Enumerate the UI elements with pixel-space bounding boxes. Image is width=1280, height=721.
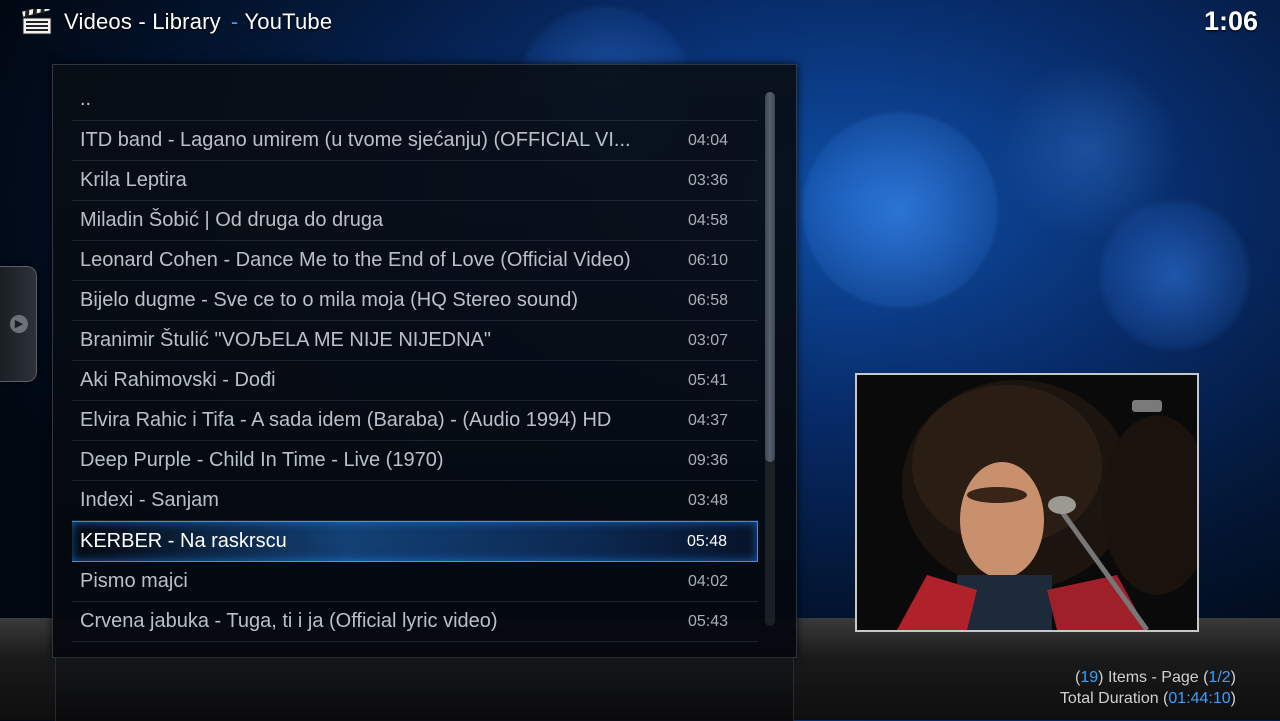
list-item[interactable]: Pismo majci 04:02 [72, 562, 758, 602]
list-item[interactable]: ITD band - Lagano umirem (u tvome sjećan… [72, 121, 758, 161]
item-title: KERBER - Na raskrscu [80, 530, 287, 552]
item-duration: 05:43 [687, 613, 728, 630]
list-item[interactable]: Branimir Štulić "VOЉELA ME NIJE NIJEDNA"… [72, 321, 758, 361]
video-thumbnail [855, 373, 1199, 632]
list-item[interactable]: Crvena jabuka - Tuga, ti i ja (Official … [72, 602, 758, 642]
scrollbar-thumb[interactable] [765, 92, 775, 462]
item-duration: 04:04 [687, 132, 728, 149]
list-item[interactable]: Miladin Šobić | Od druga do druga 04:58 [72, 201, 758, 241]
list-item[interactable]: Aki Rahimovski - Dođi 05:41 [72, 361, 758, 401]
item-title: Indexi - Sanjam [80, 489, 219, 511]
item-title: Elvira Rahic i Tifa - A sada idem (Barab… [80, 409, 612, 431]
item-title: Crvena jabuka - Tuga, ti i ja (Official … [80, 610, 498, 632]
item-count-line: (19) Items - Page (1/2) [1075, 669, 1236, 686]
item-duration: 03:36 [687, 172, 728, 189]
list-item[interactable]: Krila Leptira 03:36 [72, 161, 758, 201]
total-duration-label: Total Duration [1059, 690, 1159, 707]
source-label: YouTube [244, 9, 333, 34]
list-item[interactable]: Bijelo dugme - Sve ce to o mila moja (HQ… [72, 281, 758, 321]
items-page-label: Items - Page [1107, 669, 1199, 686]
header-bar: Videos - Library - YouTube 1:06 [0, 0, 1280, 46]
list-item[interactable]: Indexi - Sanjam 03:48 [72, 481, 758, 521]
list-summary: (19) Items - Page (1/2) Total Duration (… [1060, 667, 1236, 709]
title-separator: - [230, 9, 239, 34]
item-duration: 05:41 [687, 372, 728, 389]
video-list: .. ITD band - Lagano umirem (u tvome sje… [72, 80, 758, 642]
page-indicator: 1/2 [1208, 669, 1231, 686]
item-duration: 04:02 [687, 573, 728, 590]
item-title: Miladin Šobić | Od druga do druga [80, 209, 384, 231]
item-duration: 06:10 [687, 252, 728, 269]
item-title: Leonard Cohen - Dance Me to the End of L… [80, 249, 631, 271]
item-duration: 03:07 [687, 332, 728, 349]
side-menu-tab[interactable]: ▶ [0, 266, 37, 382]
clock: 1:06 [1203, 6, 1258, 36]
item-title: Bijelo dugme - Sve ce to o mila moja (HQ… [80, 289, 578, 311]
item-duration: 03:48 [687, 492, 728, 509]
list-scrollbar[interactable] [765, 92, 775, 626]
item-title: Aki Rahimovski - Dođi [80, 369, 276, 391]
item-title: Krila Leptira [80, 169, 187, 191]
thumbnail-image [857, 375, 1197, 630]
page-title: Videos - Library - YouTube [64, 9, 332, 35]
chevron-right-icon: ▶ [10, 315, 28, 333]
total-duration-line: Total Duration (01:44:10) [1059, 690, 1236, 707]
item-title: Branimir Štulić "VOЉELA ME NIJE NIJEDNA" [80, 329, 491, 351]
clapperboard-icon [22, 9, 52, 35]
list-item[interactable]: Leonard Cohen - Dance Me to the End of L… [72, 241, 758, 281]
item-duration: 05:48 [686, 533, 727, 550]
item-duration: 04:37 [687, 412, 728, 429]
list-item[interactable]: Deep Purple - Child In Time - Live (1970… [72, 441, 758, 481]
total-duration-value: 01:44:10 [1168, 690, 1231, 707]
item-title: Deep Purple - Child In Time - Live (1970… [80, 449, 444, 471]
item-title: ITD band - Lagano umirem (u tvome sjećan… [80, 129, 631, 151]
parent-folder-label: .. [80, 88, 92, 110]
item-duration: 09:36 [687, 452, 728, 469]
parent-folder-item[interactable]: .. [72, 80, 758, 121]
item-title: Pismo majci [80, 570, 188, 592]
section-label: Videos - Library [64, 9, 221, 34]
item-count: 19 [1080, 669, 1099, 686]
list-item-selected[interactable]: KERBER - Na raskrscu 05:48 [72, 521, 758, 562]
item-duration: 06:58 [687, 292, 728, 309]
item-duration: 04:58 [687, 212, 728, 229]
list-item[interactable]: Elvira Rahic i Tifa - A sada idem (Barab… [72, 401, 758, 441]
info-bar [55, 657, 794, 721]
